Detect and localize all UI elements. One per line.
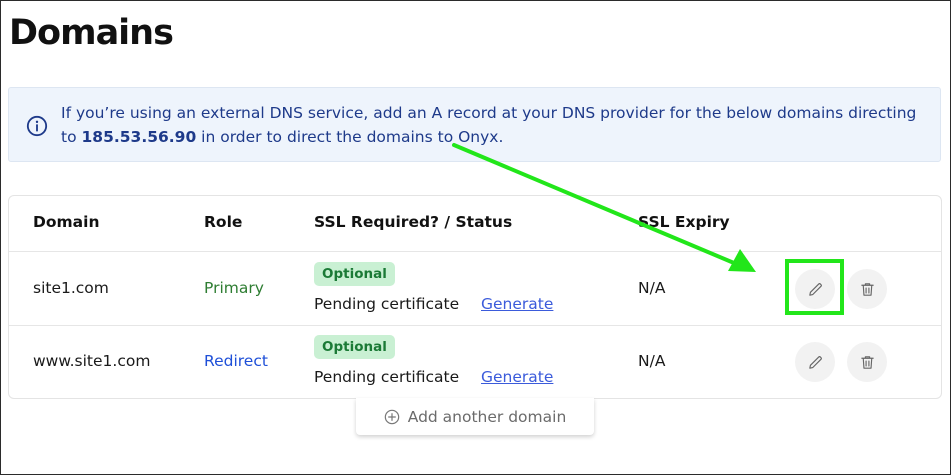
info-banner-text: If you’re using an external DNS service,…	[61, 101, 921, 149]
info-text-after: in order to direct the domains to Onyx.	[196, 128, 504, 146]
pencil-icon	[808, 355, 822, 369]
row-divider	[9, 325, 941, 326]
header-ssl-expiry: SSL Expiry	[638, 213, 730, 231]
generate-link[interactable]: Generate	[481, 295, 553, 313]
header-domain: Domain	[33, 213, 100, 231]
header-ssl-status: SSL Required? / Status	[314, 213, 513, 231]
delete-button[interactable]	[847, 269, 887, 309]
ssl-status-text: Pending certificate	[314, 295, 460, 313]
info-banner: If you’re using an external DNS service,…	[8, 87, 941, 162]
add-domain-button[interactable]: Add another domain	[356, 398, 594, 435]
row-divider	[9, 251, 941, 252]
ssl-status-text: Pending certificate	[314, 368, 460, 386]
info-circle-icon	[26, 115, 48, 137]
role-cell: Redirect	[204, 352, 268, 370]
ssl-optional-badge: Optional	[314, 335, 395, 359]
domain-cell: www.site1.com	[33, 352, 151, 370]
delete-button[interactable]	[847, 342, 887, 382]
ssl-expiry-cell: N/A	[638, 279, 666, 297]
plus-circle-icon	[384, 409, 400, 424]
ip-address: 185.53.56.90	[81, 128, 197, 146]
role-cell: Primary	[204, 279, 264, 297]
highlight-box	[785, 259, 844, 315]
ssl-optional-badge: Optional	[314, 262, 395, 286]
header-role: Role	[204, 213, 243, 231]
trash-icon	[860, 355, 874, 369]
page-title: Domains	[9, 13, 174, 53]
trash-icon	[860, 282, 874, 296]
ssl-expiry-cell: N/A	[638, 352, 666, 370]
edit-button[interactable]	[795, 342, 835, 382]
domain-cell: site1.com	[33, 279, 109, 297]
generate-link[interactable]: Generate	[481, 368, 553, 386]
add-domain-label: Add another domain	[407, 407, 567, 426]
